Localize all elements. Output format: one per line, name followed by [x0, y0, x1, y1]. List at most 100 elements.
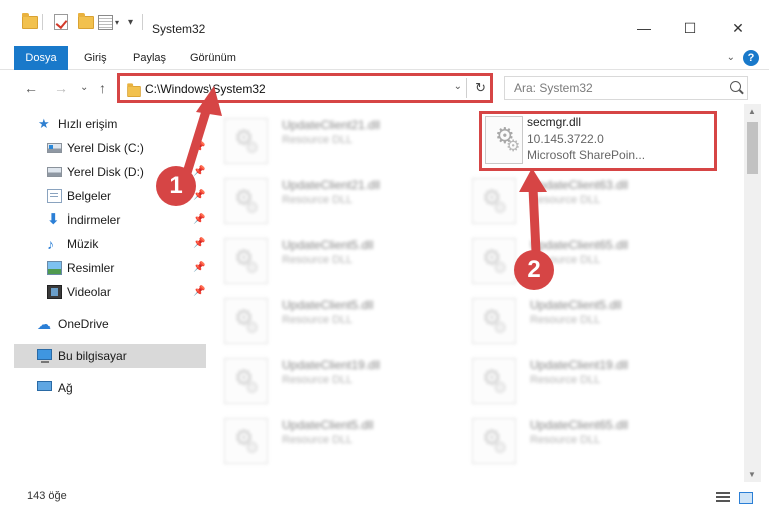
file-name: UpdateClient21.dll — [282, 178, 381, 192]
nav-label: Bu bilgisayar — [58, 349, 127, 363]
file-name: UpdateClient63.dll — [530, 178, 629, 192]
back-button[interactable]: ← — [24, 80, 38, 96]
status-bar: 143 öğe — [0, 486, 769, 516]
tab-home[interactable]: Giriş — [84, 46, 107, 70]
file-name: UpdateClient19.dll — [282, 358, 381, 372]
file-version: 10.145.3722.0 — [527, 132, 604, 146]
drive-icon — [47, 143, 62, 153]
close-button[interactable]: ✕ — [728, 18, 748, 38]
dll-file-icon — [472, 358, 516, 404]
navigation-pane: ★ Hızlı erişim Yerel Disk (C:) 📌 Yerel D… — [0, 108, 208, 480]
tab-view[interactable]: Görünüm — [190, 46, 236, 70]
nav-label: Videolar — [67, 285, 111, 299]
properties-check-icon[interactable] — [54, 12, 68, 32]
dll-file-icon — [472, 178, 516, 224]
file-type: Resource DLL — [530, 374, 601, 386]
nav-label: Resimler — [67, 261, 115, 275]
search-icon[interactable] — [730, 81, 741, 92]
file-name: UpdateClient65.dll — [530, 418, 629, 432]
dll-file-icon — [224, 178, 268, 224]
nav-music[interactable]: ♪ Müzik 📌 — [0, 232, 208, 256]
nav-network[interactable]: Ağ — [0, 376, 208, 400]
refresh-button[interactable]: ↻ — [475, 80, 486, 96]
file-name: UpdateClient5.dll — [530, 298, 622, 312]
file-name: UpdateClient19.dll — [530, 358, 629, 372]
file-tile[interactable]: UpdateClient5.dll Resource DLL — [216, 232, 456, 290]
dll-file-icon — [224, 418, 268, 464]
pin-icon[interactable]: 📌 — [193, 256, 205, 280]
address-path[interactable]: C:\Windows\System32 — [145, 82, 266, 96]
nav-label: OneDrive — [58, 317, 109, 331]
file-type: Resource DLL — [282, 434, 353, 446]
file-tile-secmgr-dll[interactable]: secmgr.dll 10.145.3722.0 Microsoft Share… — [479, 111, 717, 171]
scroll-thumb[interactable] — [747, 122, 758, 174]
file-tile[interactable]: UpdateClient19.dll Resource DLL — [464, 352, 704, 410]
nav-onedrive[interactable]: ☁ OneDrive — [0, 312, 208, 336]
properties-icon[interactable]: ▾ — [98, 12, 119, 32]
scroll-down-arrow-icon[interactable]: ▼ — [748, 470, 756, 479]
maximize-button[interactable]: ☐ — [680, 18, 700, 38]
star-icon: ★ — [38, 116, 50, 131]
forward-button[interactable]: → — [54, 80, 68, 96]
file-tile[interactable]: UpdateClient19.dll Resource DLL — [216, 352, 456, 410]
file-name: UpdateClient5.dll — [282, 418, 374, 432]
minimize-button[interactable]: — — [634, 18, 654, 38]
address-bar[interactable]: C:\Windows\System32 ⌄ ↻ — [117, 73, 493, 103]
tab-file[interactable]: Dosya — [14, 46, 68, 70]
address-folder-icon — [127, 83, 141, 98]
nav-label: Yerel Disk (C:) — [67, 141, 144, 155]
network-icon — [37, 381, 52, 391]
tiles-view-icon[interactable] — [739, 492, 753, 504]
address-history-chevron-icon[interactable]: ⌄ — [454, 81, 462, 92]
nav-downloads[interactable]: ⬇ İndirmeler 📌 — [0, 208, 208, 232]
file-tile[interactable]: UpdateClient5.dll Resource DLL — [216, 412, 456, 468]
search-input[interactable]: Ara: System32 — [514, 81, 593, 95]
file-name: UpdateClient21.dll — [282, 118, 381, 132]
vertical-scrollbar[interactable]: ▲ ▼ — [744, 104, 761, 482]
up-button[interactable]: ↑ — [99, 80, 106, 96]
file-tile[interactable]: UpdateClient5.dll Resource DLL — [464, 292, 704, 350]
step-1-badge: 1 — [156, 166, 196, 206]
pin-icon[interactable]: 📌 — [193, 208, 205, 232]
nav-quick-access[interactable]: ★ Hızlı erişim — [0, 112, 208, 136]
file-type: Resource DLL — [530, 194, 601, 206]
file-tile[interactable]: UpdateClient65.dll Resource DLL — [464, 232, 704, 290]
nav-videos[interactable]: Videolar 📌 — [0, 280, 208, 304]
nav-label: Hızlı erişim — [58, 117, 118, 131]
tab-share[interactable]: Paylaş — [133, 46, 166, 70]
pin-icon[interactable]: 📌 — [193, 136, 205, 160]
file-type: Resource DLL — [282, 254, 353, 266]
nav-pictures[interactable]: Resimler 📌 — [0, 256, 208, 280]
nav-local-disk-c[interactable]: Yerel Disk (C:) 📌 — [0, 136, 208, 160]
file-type: Resource DLL — [282, 314, 353, 326]
file-type: Resource DLL — [282, 374, 353, 386]
pictures-icon — [47, 261, 62, 275]
dll-file-icon — [224, 238, 268, 284]
pin-icon[interactable]: 📌 — [193, 280, 205, 304]
recent-locations-button[interactable]: ⌄ — [80, 80, 88, 96]
window-title: System32 — [152, 22, 206, 36]
file-tile[interactable]: UpdateClient5.dll Resource DLL — [216, 292, 456, 350]
file-tile[interactable]: UpdateClient21.dll Resource DLL — [216, 112, 456, 170]
dll-file-icon — [472, 238, 516, 284]
help-button[interactable]: ? — [743, 50, 759, 66]
music-icon: ♪ — [47, 236, 54, 252]
title-bar: ▾ ▾ System32 — ☐ ✕ — [0, 0, 769, 40]
file-type: Resource DLL — [530, 434, 601, 446]
new-folder-icon[interactable] — [78, 12, 94, 32]
search-box[interactable]: Ara: System32 — [504, 76, 748, 100]
expand-ribbon-icon[interactable]: ⌄ — [727, 52, 735, 63]
ribbon-tabs: Dosya Giriş Paylaş Görünüm ⌄ ? — [0, 46, 769, 70]
file-tile[interactable]: UpdateClient63.dll Resource DLL — [464, 172, 704, 230]
nav-label: Ağ — [58, 381, 73, 395]
customize-quick-access-icon[interactable]: ▾ — [126, 12, 133, 32]
dll-file-icon — [224, 298, 268, 344]
file-tile[interactable]: UpdateClient65.dll Resource DLL — [464, 412, 704, 468]
file-name: UpdateClient5.dll — [282, 298, 374, 312]
pin-icon[interactable]: 📌 — [193, 232, 205, 256]
nav-this-pc[interactable]: Bu bilgisayar — [14, 344, 206, 368]
scroll-up-arrow-icon[interactable]: ▲ — [748, 107, 756, 116]
file-tile[interactable]: UpdateClient21.dll Resource DLL — [216, 172, 456, 230]
documents-icon — [47, 189, 62, 203]
details-view-icon[interactable] — [716, 492, 730, 504]
